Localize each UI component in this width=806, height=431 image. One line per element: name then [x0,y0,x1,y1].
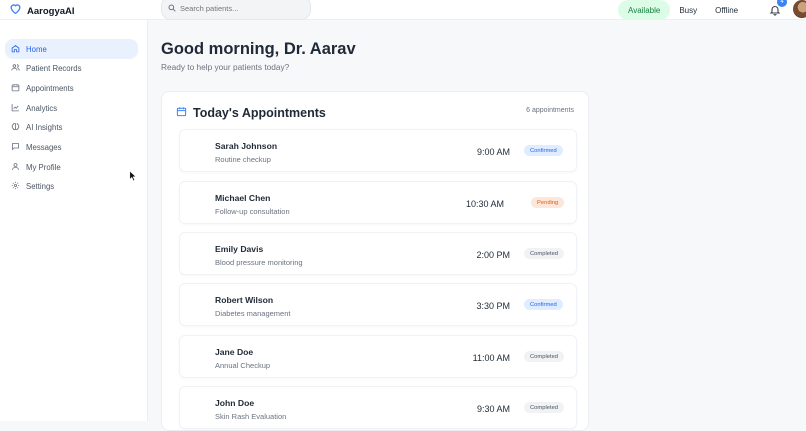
appointment-type: Diabetes management [215,309,291,318]
appointment-row[interactable]: John Doe Skin Rash Evaluation 9:30 AM Co… [179,386,577,429]
appointments-title: Today's Appointments [193,106,326,120]
availability-toggle: Available Busy Offline [618,0,747,20]
appointments-card: Today's Appointments 6 appointments Sara… [161,91,589,431]
sidebar-item-my-profile[interactable]: My Profile [5,157,138,177]
appointment-row[interactable]: Jane Doe Annual Checkup 11:00 AM Complet… [179,335,577,378]
appointment-time: 11:00 AM [472,353,510,363]
sidebar-item-analytics[interactable]: Analytics [5,98,138,118]
appointment-row[interactable]: Michael Chen Follow-up consultation 10:3… [179,181,577,224]
sidebar-item-settings[interactable]: Settings [5,177,138,197]
home-icon [11,44,26,55]
status-badge: Confirmed [524,299,563,310]
gear-icon [11,181,26,192]
appointment-time: 2:00 PM [476,250,510,260]
notification-count-badge: 4 [777,0,787,7]
brain-icon [11,122,26,133]
page-title: Good morning, Dr. Aarav [161,40,356,58]
avatar[interactable] [793,0,806,18]
page-subtitle: Ready to help your patients today? [161,62,290,72]
message-icon [11,142,26,153]
sidebar-item-label: Messages [26,143,62,153]
patient-name: Sarah Johnson [215,141,278,151]
brand[interactable]: AarogyaAI [9,2,75,20]
sidebar-item-messages[interactable]: Messages [5,138,138,158]
patient-name: Michael Chen [215,193,271,203]
appointment-time: 10:30 AM [465,199,504,209]
appointment-row[interactable]: Emily Davis Blood pressure monitoring 2:… [179,232,577,275]
appointment-type: Follow-up consultation [215,207,290,216]
sidebar-item-label: Home [26,44,47,54]
sidebar-item-label: Settings [26,182,55,192]
sidebar-item-patient-records[interactable]: Patient Records [5,59,138,79]
sidebar-item-label: Appointments [26,83,74,93]
calendar-icon [11,83,26,94]
analytics-icon [11,103,26,114]
sidebar-item-home[interactable]: Home [5,39,138,59]
appointment-time: 9:00 AM [476,147,510,157]
appointments-card-header: Today's Appointments [176,104,326,122]
search-input[interactable] [180,3,300,13]
appointment-type: Routine checkup [215,155,271,164]
patient-name: Robert Wilson [215,295,274,305]
sidebar-item-ai-insights[interactable]: AI Insights [5,118,138,138]
sidebar-item-label: Patient Records [26,64,82,74]
patient-name: Jane Doe [215,347,254,357]
appointment-type: Annual Checkup [215,361,271,370]
status-badge: Completed [524,402,565,413]
appointment-row[interactable]: Sarah Johnson Routine checkup 9:00 AM Co… [179,129,577,172]
app-name: AarogyaAI [27,5,75,17]
sidebar-item-label: Analytics [26,103,58,113]
sidebar-item-label: AI Insights [26,123,63,133]
appointment-row[interactable]: Robert Wilson Diabetes management 3:30 P… [179,283,577,326]
users-icon [11,63,26,74]
sidebar: Home Patient Records Appointments Analyt… [0,20,148,421]
status-badge: Completed [524,248,565,259]
user-icon [11,162,26,173]
appointment-time: 9:30 AM [476,404,510,414]
search-icon [168,0,176,17]
patient-name: Emily Davis [215,244,264,254]
sidebar-item-appointments[interactable]: Appointments [5,78,138,98]
status-badge: Completed [524,351,565,362]
top-bar: AarogyaAI Available Busy Offline 4 [0,0,806,20]
heart-logo-icon [9,2,22,20]
status-busy-button[interactable]: Busy [670,0,706,20]
status-badge: Confirmed [524,145,563,156]
search-bar[interactable] [161,0,311,20]
status-available-button[interactable]: Available [618,0,671,20]
appointment-time: 3:30 PM [476,301,510,311]
calendar-icon [176,104,193,122]
patient-name: John Doe [215,398,255,408]
appointments-count: 6 appointments [526,107,574,114]
status-offline-button[interactable]: Offline [706,0,747,20]
mouse-cursor-icon [129,170,137,182]
status-badge: Pending [531,197,565,208]
sidebar-item-label: My Profile [26,162,61,172]
appointment-type: Blood pressure monitoring [215,258,303,267]
appointment-type: Skin Rash Evaluation [215,412,287,421]
